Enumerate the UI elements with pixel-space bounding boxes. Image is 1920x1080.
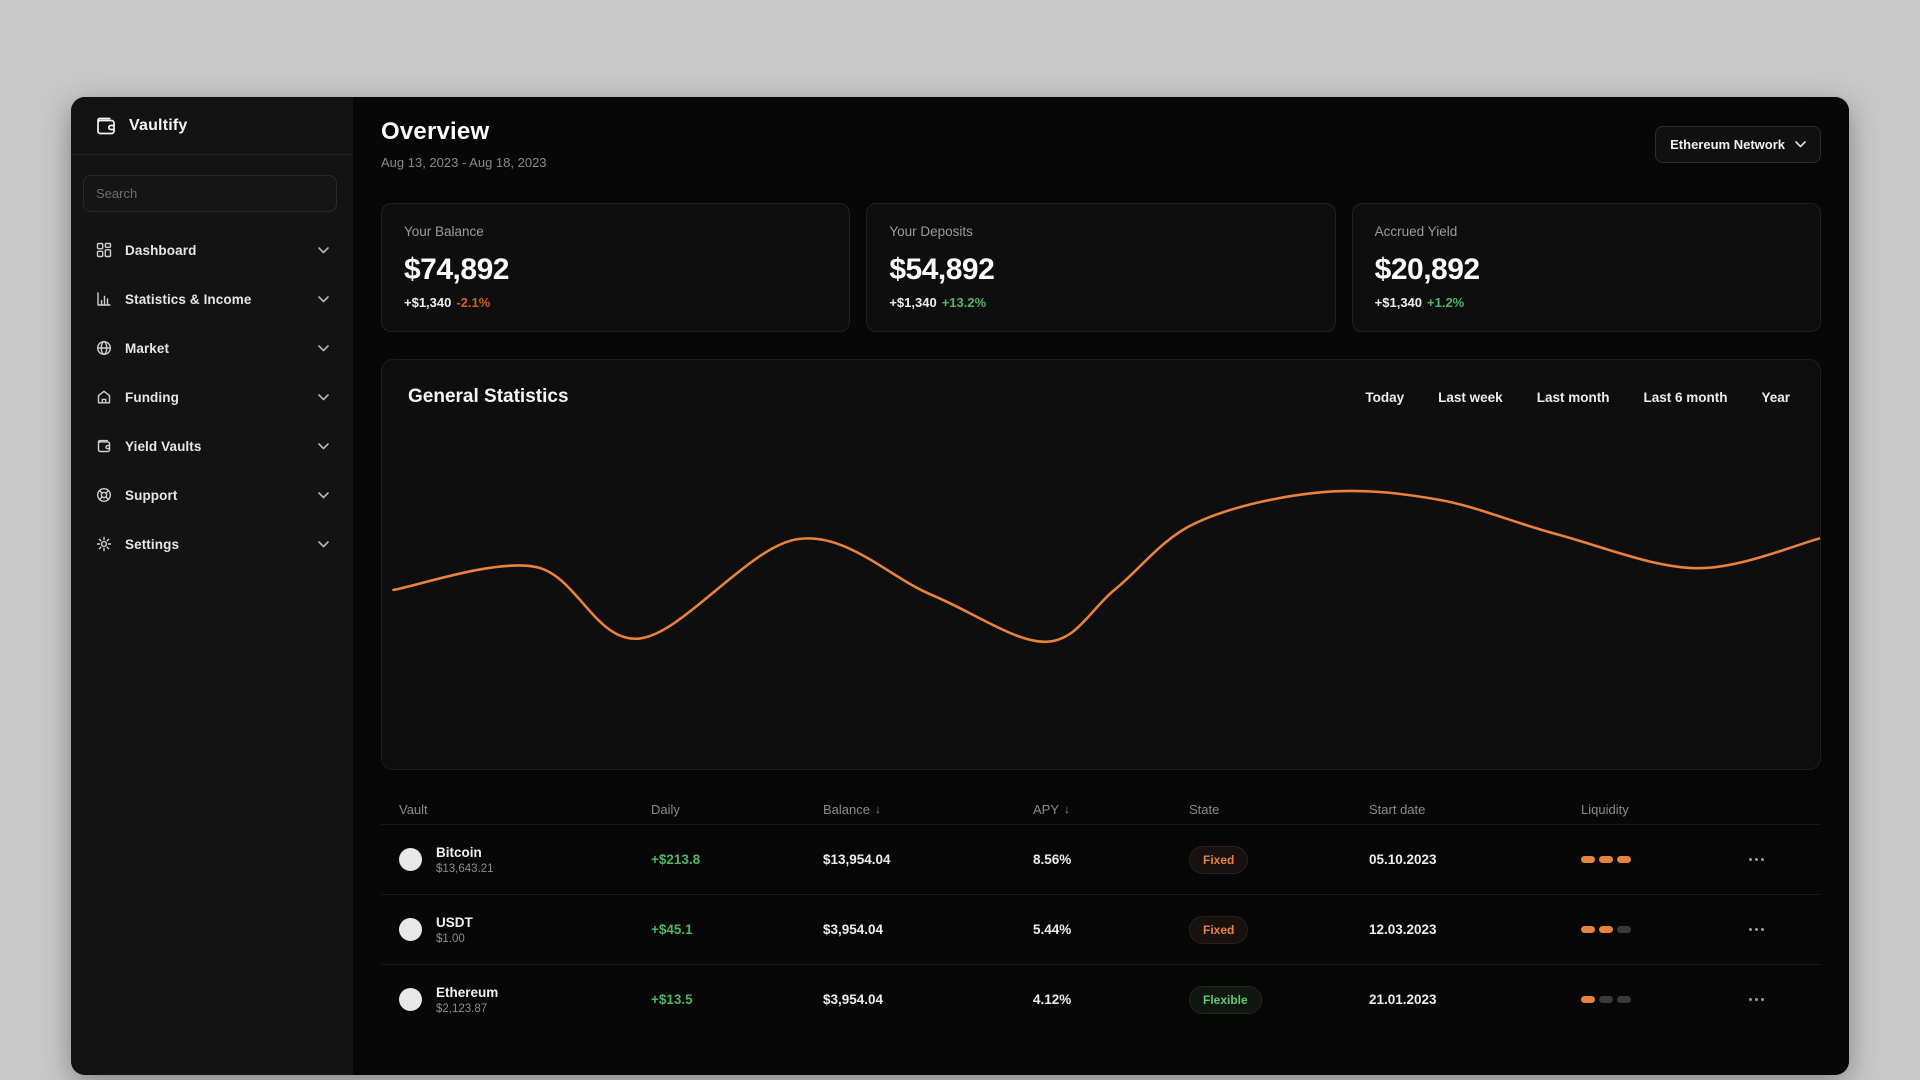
chevron-down-icon (318, 540, 329, 548)
column-header-apy[interactable]: APY ↓ (1033, 802, 1189, 817)
liquidity-indicator (1581, 926, 1741, 933)
row-menu-button[interactable] (1749, 928, 1771, 931)
liquidity-pill-inactive (1617, 996, 1631, 1003)
state-badge: Fixed (1189, 915, 1249, 944)
daily-change: +$13.5 (651, 992, 693, 1007)
range-tab-last-6-month[interactable]: Last 6 month (1643, 390, 1727, 405)
sort-descending-icon: ↓ (1064, 802, 1071, 816)
sidebar-item-settings[interactable]: Settings (83, 524, 339, 564)
column-header-daily[interactable]: Daily (651, 802, 823, 817)
main-content: Overview Aug 13, 2023 - Aug 18, 2023 Eth… (353, 97, 1849, 1075)
state-badge: Flexible (1189, 985, 1262, 1014)
sort-descending-icon: ↓ (874, 802, 881, 816)
table-header-row: Vault Daily Balance ↓ APY ↓ State Start … (381, 794, 1821, 824)
search-input[interactable] (83, 175, 337, 212)
table-row-bitcoin[interactable]: Bitcoin $13,643.21 +$213.8 $13,954.04 8.… (381, 824, 1821, 894)
daily-change: +$213.8 (651, 852, 701, 867)
state-badge: Fixed (1189, 845, 1249, 874)
stat-card: Your Balance $74,892 +$1,340 -2.1% (381, 203, 851, 332)
sidebar-item-market[interactable]: Market (83, 328, 339, 368)
chevron-down-icon (318, 246, 329, 254)
range-tab-today[interactable]: Today (1365, 390, 1404, 405)
apy-value: 5.44% (1033, 922, 1072, 937)
network-selector-button[interactable]: Ethereum Network (1655, 126, 1821, 163)
start-date: 05.10.2023 (1369, 852, 1437, 867)
column-header-state[interactable]: State (1189, 802, 1369, 817)
statistics-icon (95, 291, 112, 308)
apy-value: 4.12% (1033, 992, 1072, 1007)
table-body: Bitcoin $13,643.21 +$213.8 $13,954.04 8.… (381, 824, 1821, 1034)
general-statistics-panel: General Statistics Today Last week Last mo… (381, 359, 1821, 770)
liquidity-pill-active (1581, 926, 1595, 933)
network-selector-label: Ethereum Network (1670, 137, 1785, 152)
funding-icon (95, 389, 112, 406)
wallet-logo-icon (97, 117, 115, 134)
stat-card: Accrued Yield $20,892 +$1,340 +1.2% (1351, 203, 1821, 332)
vault-avatar (399, 848, 422, 871)
sidebar: Vaultify Dashboard Statistics & Income M… (71, 97, 353, 1075)
liquidity-indicator (1581, 856, 1741, 863)
start-date: 21.01.2023 (1369, 992, 1437, 1007)
vaults-table: Vault Daily Balance ↓ APY ↓ State Start … (381, 794, 1821, 1034)
range-tab-last-week[interactable]: Last week (1438, 390, 1503, 405)
stat-cards-row: Your Balance $74,892 +$1,340 -2.1% Your D… (381, 203, 1821, 332)
settings-icon (95, 536, 112, 553)
row-menu-button[interactable] (1749, 858, 1771, 861)
balance-value: $13,954.04 (823, 852, 891, 867)
vault-icon (95, 438, 112, 455)
liquidity-pill-active (1581, 856, 1595, 863)
page-title: Overview (381, 118, 490, 145)
time-range-tabs: Today Last week Last month Last 6 month Year (1365, 390, 1790, 405)
chevron-down-icon (1795, 141, 1806, 148)
liquidity-indicator (1581, 996, 1741, 1003)
liquidity-pill-active (1617, 856, 1631, 863)
apy-value: 8.56% (1033, 852, 1072, 867)
support-icon (95, 487, 112, 504)
balance-value: $3,954.04 (823, 922, 884, 937)
sidebar-item-statistics-income[interactable]: Statistics & Income (83, 279, 339, 319)
liquidity-pill-active (1599, 856, 1613, 863)
stat-card: Your Deposits $54,892 +$1,340 +13.2% (866, 203, 1336, 332)
column-header-balance[interactable]: Balance ↓ (823, 802, 1033, 817)
sidebar-item-dashboard[interactable]: Dashboard (83, 230, 339, 270)
table-row-ethereum[interactable]: Ethereum $2,123.87 +$13.5 $3,954.04 4.12… (381, 964, 1821, 1034)
liquidity-pill-active (1599, 926, 1613, 933)
liquidity-pill-active (1581, 996, 1595, 1003)
chevron-down-icon (318, 344, 329, 352)
column-header-liquidity[interactable]: Liquidity (1581, 802, 1741, 817)
liquidity-pill-inactive (1599, 996, 1613, 1003)
sidebar-item-funding[interactable]: Funding (83, 377, 339, 417)
sidebar-item-support[interactable]: Support (83, 475, 339, 515)
daily-change: +$45.1 (651, 922, 693, 937)
column-header-vault[interactable]: Vault (399, 802, 651, 817)
statistics-line-chart (392, 489, 1820, 644)
vault-avatar (399, 918, 422, 941)
start-date: 12.03.2023 (1369, 922, 1437, 937)
globe-icon (95, 340, 112, 357)
chevron-down-icon (318, 393, 329, 401)
table-row-usdt[interactable]: USDT $1.00 +$45.1 $3,954.04 5.44% Fixed … (381, 894, 1821, 964)
vault-avatar (399, 988, 422, 1011)
panel-title: General Statistics (408, 386, 569, 407)
range-tab-year[interactable]: Year (1761, 390, 1790, 405)
balance-value: $3,954.04 (823, 992, 884, 1007)
chevron-down-icon (318, 491, 329, 499)
dashboard-icon (95, 242, 112, 259)
app-name: Vaultify (129, 116, 188, 134)
sidebar-nav: Dashboard Statistics & Income Market Fun… (71, 230, 353, 573)
chevron-down-icon (318, 295, 329, 303)
app-window: Vaultify Dashboard Statistics & Income M… (71, 97, 1849, 1075)
row-menu-button[interactable] (1749, 998, 1771, 1001)
range-tab-last-month[interactable]: Last month (1537, 390, 1610, 405)
date-range: Aug 13, 2023 - Aug 18, 2023 (381, 155, 547, 170)
chevron-down-icon (318, 442, 329, 450)
sidebar-item-yield-vaults[interactable]: Yield Vaults (83, 426, 339, 466)
liquidity-pill-inactive (1617, 926, 1631, 933)
column-header-start-date[interactable]: Start date (1369, 802, 1581, 817)
app-logo: Vaultify (71, 97, 353, 155)
